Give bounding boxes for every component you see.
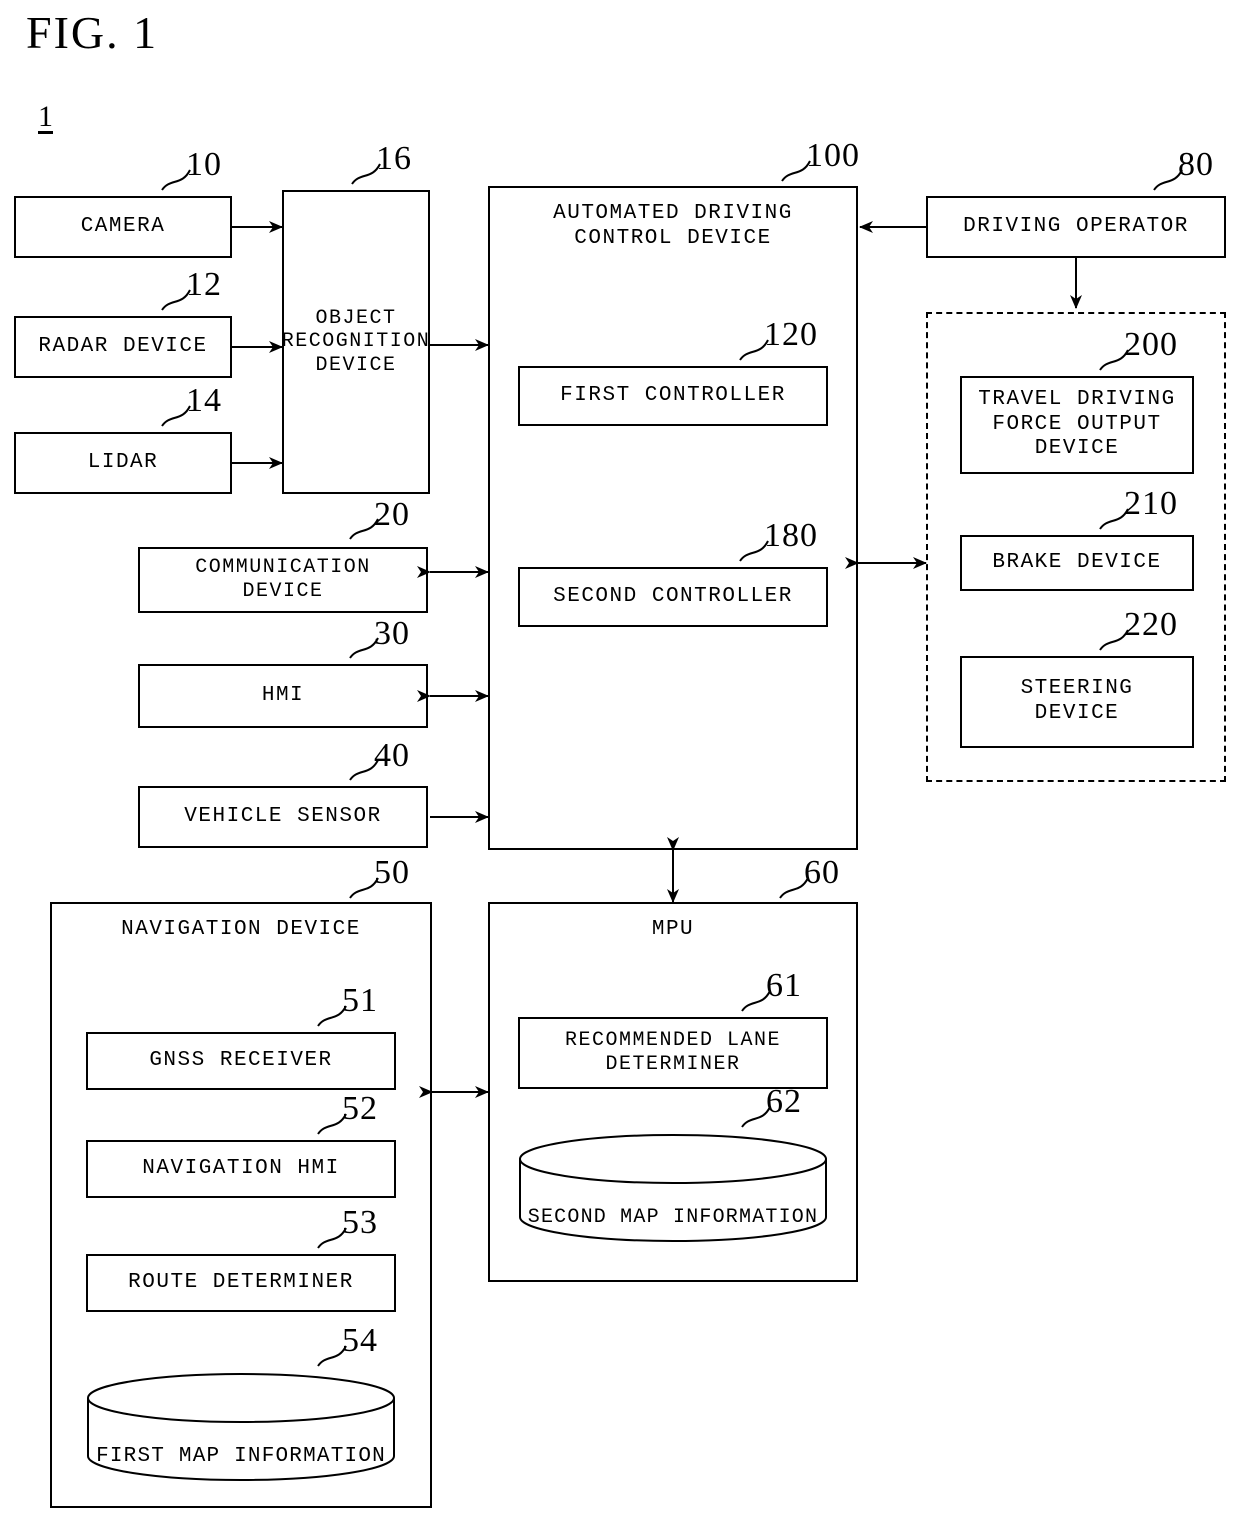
block-lidar: LIDAR	[14, 432, 232, 494]
ref-camera: 10	[186, 146, 222, 183]
ref-first-map-information: 54	[342, 1322, 378, 1359]
block-second-controller-label: SECOND CONTROLLER	[553, 584, 793, 608]
block-navigation-hmi-label: NAVIGATION HMI	[142, 1156, 340, 1180]
block-lidar-label: LIDAR	[87, 450, 159, 474]
block-route-determiner-label: ROUTE DETERMINER	[128, 1270, 354, 1294]
block-first-controller-label: FIRST CONTROLLER	[560, 383, 786, 407]
cylinder-second-map-information-label: SECOND MAP INFORMATION	[527, 1206, 819, 1229]
ref-first-controller: 120	[764, 316, 818, 353]
ref-steering-device: 220	[1124, 606, 1178, 643]
figure-canvas: FIG. 1 1 CAMERA 10 RADAR DEVICE 12 LIDAR…	[0, 0, 1240, 1520]
block-second-controller: SECOND CONTROLLER	[518, 567, 828, 627]
cylinder-first-map-information-label: FIRST MAP INFORMATION	[96, 1445, 386, 1468]
ref-radar-device: 12	[186, 266, 222, 303]
ref-vehicle-sensor: 40	[374, 737, 410, 774]
block-brake-device-label: BRAKE DEVICE	[992, 550, 1162, 574]
block-radar-device-label: RADAR DEVICE	[38, 334, 208, 358]
ref-mpu: 60	[804, 854, 840, 891]
system-reference-numeral: 1	[38, 100, 53, 133]
block-communication-device-label: COMMUNICATION DEVICE	[195, 556, 371, 603]
block-recommended-lane-determiner: RECOMMENDED LANE DETERMINER	[518, 1017, 828, 1089]
block-object-recognition-device-label: OBJECT RECOGNITION DEVICE	[281, 306, 431, 377]
ref-navigation-device: 50	[374, 854, 410, 891]
block-brake-device: BRAKE DEVICE	[960, 535, 1194, 591]
ref-route-determiner: 53	[342, 1204, 378, 1241]
block-radar-device: RADAR DEVICE	[14, 316, 232, 378]
block-gnss-receiver: GNSS RECEIVER	[86, 1032, 396, 1090]
ref-object-recognition-device: 16	[376, 140, 412, 177]
cylinder-first-map-information: FIRST MAP INFORMATION	[86, 1372, 396, 1482]
block-recommended-lane-determiner-label: RECOMMENDED LANE DETERMINER	[564, 1029, 782, 1076]
block-driving-operator-label: DRIVING OPERATOR	[963, 214, 1189, 238]
ref-recommended-lane-determiner: 61	[766, 967, 802, 1004]
block-steering-device-label: STEERING DEVICE	[1020, 677, 1134, 725]
ref-second-map-information: 62	[766, 1083, 802, 1120]
ref-brake-device: 210	[1124, 485, 1178, 522]
block-camera: CAMERA	[14, 196, 232, 258]
block-vehicle-sensor-label: VEHICLE SENSOR	[184, 804, 382, 828]
block-hmi-label: HMI	[261, 683, 305, 707]
block-vehicle-sensor: VEHICLE SENSOR	[138, 786, 428, 848]
block-driving-operator: DRIVING OPERATOR	[926, 196, 1226, 258]
block-hmi: HMI	[138, 664, 428, 728]
figure-title: FIG. 1	[26, 7, 159, 58]
ref-automated-driving-control-device: 100	[806, 137, 860, 174]
ref-travel-driving-force-output-device: 200	[1124, 326, 1178, 363]
block-route-determiner: ROUTE DETERMINER	[86, 1254, 396, 1312]
block-travel-driving-force-output-device-label: TRAVEL DRIVING FORCE OUTPUT DEVICE	[978, 387, 1176, 461]
block-automated-driving-control-device-label: AUTOMATED DRIVING CONTROL DEVICE	[553, 202, 793, 250]
block-camera-label: CAMERA	[80, 214, 166, 238]
ref-second-controller: 180	[764, 517, 818, 554]
ref-hmi: 30	[374, 615, 410, 652]
block-navigation-device-label: NAVIGATION DEVICE	[121, 918, 361, 941]
ref-lidar: 14	[186, 382, 222, 419]
ref-gnss-receiver: 51	[342, 982, 378, 1019]
block-travel-driving-force-output-device: TRAVEL DRIVING FORCE OUTPUT DEVICE	[960, 376, 1194, 474]
block-object-recognition-device: OBJECT RECOGNITION DEVICE	[282, 190, 430, 494]
block-mpu-label: MPU	[651, 918, 695, 941]
ref-communication-device: 20	[374, 496, 410, 533]
block-first-controller: FIRST CONTROLLER	[518, 366, 828, 426]
block-steering-device: STEERING DEVICE	[960, 656, 1194, 748]
block-communication-device: COMMUNICATION DEVICE	[138, 547, 428, 613]
block-gnss-receiver-label: GNSS RECEIVER	[149, 1048, 333, 1072]
ref-navigation-hmi: 52	[342, 1090, 378, 1127]
block-navigation-hmi: NAVIGATION HMI	[86, 1140, 396, 1198]
ref-driving-operator: 80	[1178, 146, 1214, 183]
cylinder-second-map-information: SECOND MAP INFORMATION	[518, 1133, 828, 1243]
